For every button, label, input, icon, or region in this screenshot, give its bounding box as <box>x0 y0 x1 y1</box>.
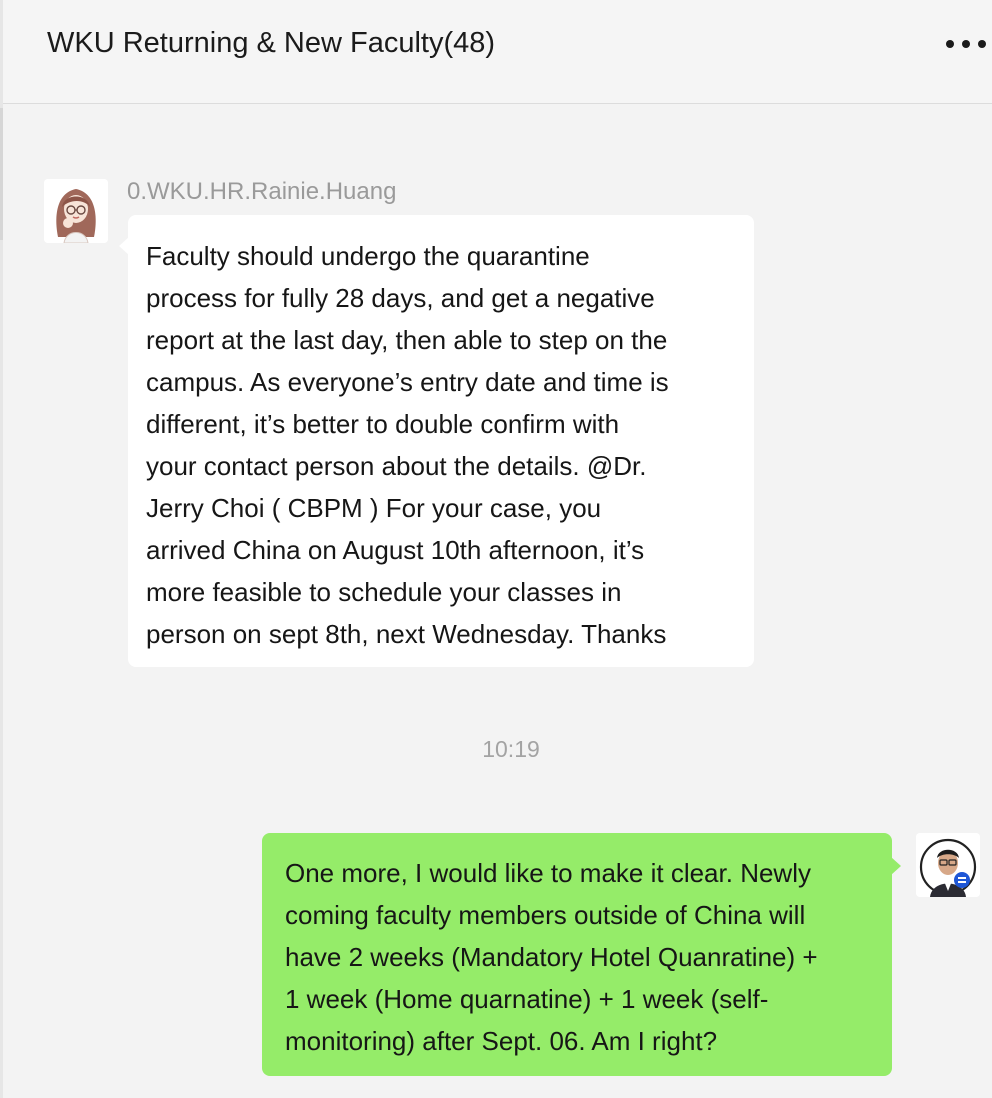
own-avatar[interactable] <box>916 833 980 897</box>
message-list[interactable]: 0.WKU.HR.Rainie.Huang Faculty should und… <box>3 105 992 1098</box>
incoming-message-bubble[interactable]: Faculty should undergo the quarantine pr… <box>119 215 754 667</box>
dot <box>978 40 986 48</box>
dot <box>962 40 970 48</box>
sender-name: 0.WKU.HR.Rainie.Huang <box>127 178 397 205</box>
chat-title: WKU Returning & New Faculty(48) <box>47 27 496 59</box>
avatar-man-with-badge-icon <box>916 833 980 897</box>
more-dots-icon[interactable] <box>946 28 986 60</box>
dot <box>946 40 954 48</box>
outgoing-message-bubble[interactable]: One more, I would like to make it clear.… <box>262 833 901 1076</box>
message-timestamp: 10:19 <box>482 736 540 762</box>
sender-avatar[interactable] <box>44 179 108 243</box>
avatar-illustrated-woman-icon <box>44 179 108 243</box>
chat-header: WKU Returning & New Faculty(48) <box>3 0 992 104</box>
